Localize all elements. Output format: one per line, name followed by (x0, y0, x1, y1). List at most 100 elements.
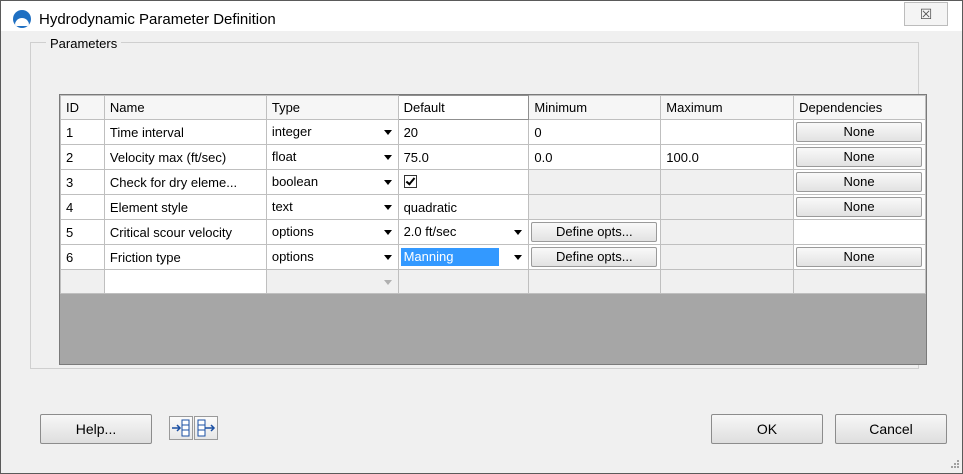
name-cell[interactable]: Velocity max (ft/sec) (103, 144, 267, 170)
name-cell[interactable]: Critical scour velocity (103, 219, 267, 245)
maximum-cell[interactable]: 100.0 (660, 144, 795, 170)
id-cell (60, 269, 105, 294)
chevron-down-icon[interactable] (511, 225, 525, 239)
minimum-cell (528, 194, 662, 220)
parameters-grid[interactable]: ID Name Type Default Minimum Maximum Dep… (59, 94, 927, 365)
type-dropdown[interactable]: text (265, 194, 399, 220)
name-cell[interactable]: Time interval (103, 119, 267, 145)
chevron-down-icon[interactable] (381, 175, 395, 189)
default-cell (397, 169, 530, 195)
minimum-cell[interactable]: 0 (528, 119, 662, 145)
dependencies-cell (793, 269, 926, 294)
dependencies-cell (793, 219, 926, 245)
type-dropdown[interactable]: float (265, 144, 399, 170)
minimum-cell (528, 169, 662, 195)
help-button[interactable]: Help... (40, 414, 152, 444)
define-opts-button[interactable]: Define opts... (531, 247, 658, 267)
name-cell[interactable] (103, 269, 267, 294)
type-value: text (271, 199, 293, 214)
column-header-id[interactable]: ID (60, 95, 105, 120)
default-dropdown[interactable]: 2.0 ft/sec (397, 219, 530, 245)
chevron-down-icon[interactable] (381, 225, 395, 239)
maximum-cell (660, 269, 795, 294)
id-cell: 4 (60, 194, 105, 220)
column-header-default[interactable]: Default (397, 95, 530, 120)
dependencies-button[interactable]: None (796, 197, 922, 217)
default-checkbox[interactable] (403, 175, 417, 188)
insert-row-icon (172, 419, 190, 437)
new-row[interactable] (60, 269, 926, 294)
table-row[interactable]: 6 Friction type options Manning Define o… (60, 244, 926, 270)
default-value: 2.0 ft/sec (403, 224, 457, 239)
header-row: ID Name Type Default Minimum Maximum Dep… (60, 95, 926, 120)
close-button[interactable]: ☒ (904, 2, 948, 26)
resize-grip-icon[interactable] (948, 459, 960, 471)
type-value: boolean (271, 174, 319, 189)
dependencies-cell: None (793, 144, 926, 170)
cancel-button[interactable]: Cancel (835, 414, 947, 444)
minimum-cell: Define opts... (528, 244, 662, 270)
title-bar: Hydrodynamic Parameter Definition ☒ (1, 1, 962, 31)
minimum-cell[interactable]: 0.0 (528, 144, 662, 170)
name-cell[interactable]: Check for dry eleme... (103, 169, 267, 195)
maximum-cell (660, 194, 795, 220)
default-cell (397, 269, 530, 294)
type-dropdown[interactable]: integer (265, 119, 399, 145)
column-header-minimum[interactable]: Minimum (528, 95, 662, 120)
table-row[interactable]: 4 Element style text quadratic None (60, 194, 926, 220)
ok-button[interactable]: OK (711, 414, 823, 444)
chevron-down-icon[interactable] (381, 125, 395, 139)
table-row[interactable]: 3 Check for dry eleme... boolean None (60, 169, 926, 195)
type-dropdown[interactable]: boolean (265, 169, 399, 195)
chevron-down-icon[interactable] (381, 275, 395, 289)
dependencies-cell: None (793, 169, 926, 195)
type-value: float (271, 149, 297, 164)
default-cell[interactable]: quadratic (397, 194, 530, 220)
id-cell: 5 (60, 219, 105, 245)
name-cell[interactable]: Friction type (103, 244, 267, 270)
app-icon (13, 10, 31, 28)
dependencies-button[interactable]: None (796, 172, 922, 192)
default-dropdown[interactable]: Manning (397, 244, 530, 270)
dependencies-button[interactable]: None (796, 122, 922, 142)
maximum-cell (660, 219, 795, 245)
append-row-button[interactable] (194, 416, 218, 440)
table-row[interactable]: 1 Time interval integer 20 0 None (60, 119, 926, 145)
dependencies-cell: None (793, 194, 926, 220)
define-opts-button[interactable]: Define opts... (531, 222, 658, 242)
type-value: options (271, 224, 314, 239)
chevron-down-icon[interactable] (511, 250, 525, 264)
minimum-cell: Define opts... (528, 219, 662, 245)
chevron-down-icon[interactable] (381, 250, 395, 264)
id-cell: 3 (60, 169, 105, 195)
default-cell[interactable]: 75.0 (397, 144, 530, 170)
default-cell[interactable]: 20 (397, 119, 530, 145)
maximum-cell (660, 244, 795, 270)
chevron-down-icon[interactable] (381, 200, 395, 214)
table-row[interactable]: 5 Critical scour velocity options 2.0 ft… (60, 219, 926, 245)
column-header-dependencies[interactable]: Dependencies (793, 95, 926, 120)
type-dropdown[interactable]: options (265, 244, 399, 270)
id-cell: 6 (60, 244, 105, 270)
column-header-maximum[interactable]: Maximum (660, 95, 795, 120)
append-row-icon (197, 419, 216, 437)
id-cell: 2 (60, 144, 105, 170)
dependencies-button[interactable]: None (796, 147, 922, 167)
chevron-down-icon[interactable] (381, 150, 395, 164)
column-header-type[interactable]: Type (265, 95, 399, 120)
type-dropdown[interactable]: options (265, 219, 399, 245)
parameters-table: ID Name Type Default Minimum Maximum Dep… (60, 95, 926, 294)
dependencies-button[interactable]: None (796, 247, 922, 267)
default-selected-value[interactable]: Manning (400, 248, 499, 266)
minimum-cell (528, 269, 662, 294)
dependencies-cell: None (793, 119, 926, 145)
name-cell[interactable]: Element style (103, 194, 267, 220)
type-dropdown[interactable] (265, 269, 399, 294)
maximum-cell[interactable] (660, 119, 795, 145)
insert-row-button[interactable] (169, 416, 193, 440)
column-header-name[interactable]: Name (103, 95, 267, 120)
id-cell: 1 (60, 119, 105, 145)
table-row[interactable]: 2 Velocity max (ft/sec) float 75.0 0.0 1… (60, 144, 926, 170)
parameters-group-label: Parameters (46, 36, 122, 51)
type-value: integer (271, 124, 312, 139)
